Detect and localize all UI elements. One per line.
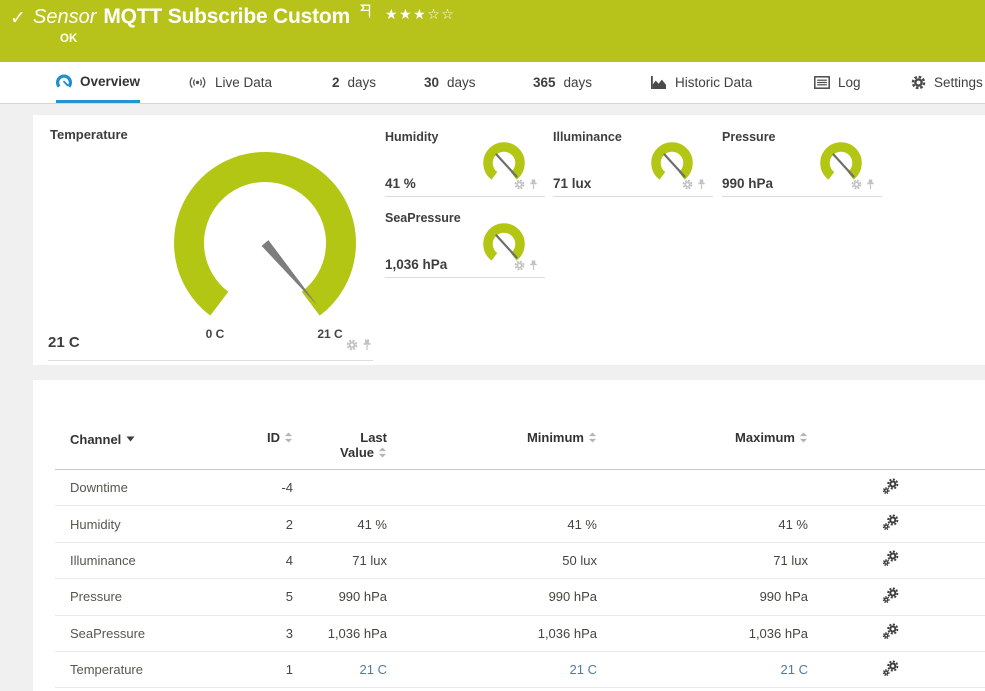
gauge-title: SeaPressure (385, 211, 461, 225)
column-header-channel[interactable]: Channel (55, 430, 245, 447)
gauge-title: Temperature (50, 127, 128, 142)
channel-settings-icon[interactable] (882, 623, 899, 640)
gear-icon (911, 75, 926, 90)
rating-stars[interactable]: ★★★☆☆ (385, 6, 455, 23)
broadcast-icon (188, 75, 207, 90)
channel-settings-icon[interactable] (882, 660, 899, 677)
gear-icon[interactable] (851, 179, 862, 190)
column-header-minimum[interactable]: Minimum (387, 430, 597, 446)
gauge-icon (56, 74, 72, 89)
tab-bar: Overview Live Data 2 days 30 days 365 da… (0, 62, 985, 104)
gauge-value: 41 % (385, 176, 416, 191)
pin-icon[interactable] (866, 179, 875, 190)
gauge-needle (665, 155, 685, 177)
gauge-title: Humidity (385, 130, 438, 144)
caret-down-icon (126, 430, 135, 445)
pin-icon[interactable] (529, 260, 538, 271)
channel-settings-icon[interactable] (882, 550, 899, 567)
gauge-panel-seapressure: SeaPressure 1,036 hPa (385, 206, 545, 278)
tab-settings[interactable]: Settings (911, 62, 983, 103)
gauge-value: 990 hPa (722, 176, 773, 191)
table-row-pressure[interactable]: Pressure 5 990 hPa 990 hPa 990 hPa (55, 579, 985, 615)
channel-table: Channel ID Last Value Minimum Maximum (55, 380, 985, 688)
pin-icon[interactable] (529, 179, 538, 190)
sensor-type-label: Sensor (33, 6, 96, 29)
tab-overview[interactable]: Overview (56, 62, 140, 103)
tab-30-days[interactable]: 30 days (424, 62, 476, 103)
flag-icon[interactable] (359, 4, 372, 23)
check-icon: ✓ (10, 7, 26, 30)
channel-settings-icon[interactable] (882, 514, 899, 531)
gauge-panel-illuminance: Illuminance 71 lux (553, 125, 713, 197)
tab-historic-data[interactable]: Historic Data (650, 62, 752, 103)
table-row-downtime[interactable]: Downtime -4 (55, 470, 985, 506)
sort-icon (588, 431, 597, 446)
table-row-temperature[interactable]: Temperature 1 21 C 21 C 21 C (55, 652, 985, 688)
tab-live-data[interactable]: Live Data (188, 62, 272, 103)
tab-2-days[interactable]: 2 days (332, 62, 376, 103)
gauge-title: Pressure (722, 130, 776, 144)
gauge-panel-pressure: Pressure 990 hPa (722, 125, 882, 197)
gauges-panel: Temperature 0 C 21 C 21 C Humidity (33, 115, 985, 365)
tab-log[interactable]: Log (814, 62, 861, 103)
status-badge: OK (60, 33, 77, 45)
gear-icon[interactable] (514, 260, 525, 271)
gauge-needle (497, 236, 517, 258)
sensor-status-banner: ✓ Sensor MQTT Subscribe Custom ★★★☆☆ OK (0, 0, 985, 62)
table-row-illuminance[interactable]: Illuminance 4 71 lux 50 lux 71 lux (55, 543, 985, 579)
sensor-overview-page: ✓ Sensor MQTT Subscribe Custom ★★★☆☆ OK … (0, 0, 985, 691)
column-header-maximum[interactable]: Maximum (597, 430, 808, 446)
gear-icon[interactable] (682, 179, 693, 190)
area-chart-icon (650, 75, 667, 90)
channel-table-panel: Channel ID Last Value Minimum Maximum (33, 380, 985, 691)
column-header-id[interactable]: ID (245, 430, 293, 446)
gauge-title: Illuminance (553, 130, 622, 144)
gauge-needle (497, 155, 517, 177)
table-header-row: Channel ID Last Value Minimum Maximum (55, 380, 985, 470)
gauge-value: 71 lux (553, 176, 591, 191)
gauge-value: 21 C (48, 334, 80, 351)
temperature-gauge (165, 143, 365, 343)
gauge-arc (189, 167, 341, 304)
gauge-value: 1,036 hPa (385, 257, 447, 272)
gauge-scale-min: 0 C (185, 327, 245, 341)
gear-icon[interactable] (346, 339, 358, 351)
sort-icon (284, 431, 293, 446)
page-title: MQTT Subscribe Custom (103, 5, 350, 29)
log-icon (814, 76, 830, 89)
table-row-humidity[interactable]: Humidity 2 41 % 41 % 41 % (55, 506, 985, 542)
pin-icon[interactable] (697, 179, 706, 190)
channel-settings-icon[interactable] (882, 587, 899, 604)
sort-icon (799, 431, 808, 446)
gauge-needle (834, 155, 854, 177)
column-header-last-value[interactable]: Last Value (293, 430, 387, 461)
channel-settings-icon[interactable] (882, 478, 899, 495)
table-row-seapressure[interactable]: SeaPressure 3 1,036 hPa 1,036 hPa 1,036 … (55, 616, 985, 652)
gear-icon[interactable] (514, 179, 525, 190)
sort-icon (378, 446, 387, 461)
pin-icon[interactable] (362, 339, 372, 351)
gauge-panel-humidity: Humidity 41 % (385, 125, 545, 197)
gauge-needle (262, 240, 318, 306)
gauge-panel-temperature: Temperature 0 C 21 C 21 C (33, 115, 378, 365)
tab-365-days[interactable]: 365 days (533, 62, 592, 103)
divider (48, 360, 373, 361)
